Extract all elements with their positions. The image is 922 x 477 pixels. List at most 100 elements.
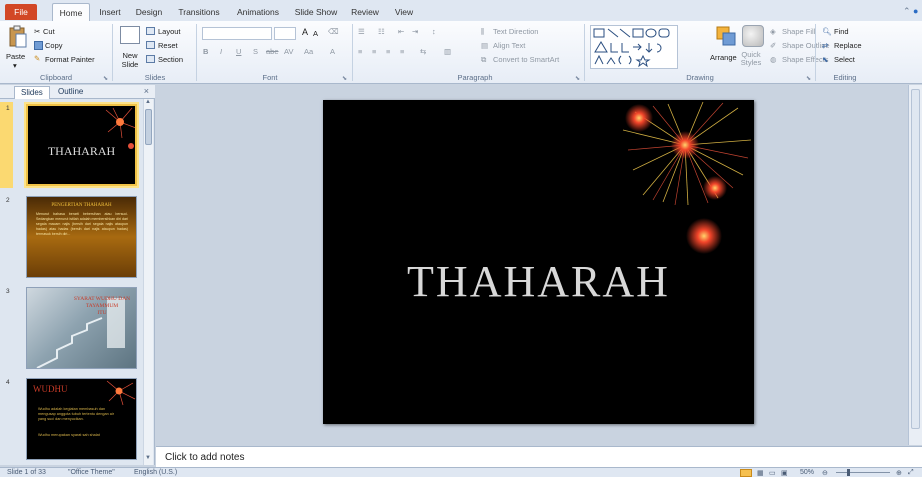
tab-file[interactable]: File <box>5 4 37 20</box>
slide-thumbnail-3[interactable]: SYARAT WUDHU DAN TAYAMMUM ITU <box>26 287 137 369</box>
tab-outline[interactable]: Outline <box>52 86 89 99</box>
columns-icon[interactable]: ▥ <box>444 47 451 56</box>
scroll-thumb[interactable] <box>911 89 920 429</box>
character-spacing-button[interactable]: AV <box>284 47 293 56</box>
align-text-icon[interactable]: ▤ <box>481 41 488 50</box>
text-direction-ltr-icon[interactable]: ⇆ <box>420 47 426 56</box>
align-text-button[interactable]: Align Text <box>493 41 525 50</box>
quick-styles-icon[interactable] <box>742 25 764 47</box>
quick-styles-button[interactable]: Quick Styles <box>738 51 764 67</box>
arrange-icon[interactable] <box>715 25 737 47</box>
zoom-level[interactable]: 50% <box>800 469 814 476</box>
tab-home[interactable]: Home <box>52 3 90 23</box>
slide-thumbnail-4[interactable]: WUDHU Wudhu adalah kegiatan membasuh dan… <box>26 378 137 460</box>
shadow-button[interactable]: S <box>253 47 258 56</box>
font-color-button[interactable]: A <box>330 47 335 56</box>
reading-view-icon[interactable]: ▭ <box>769 469 776 477</box>
zoom-in-icon[interactable]: ⊕ <box>896 469 902 477</box>
copy-icon[interactable] <box>34 41 43 50</box>
increase-indent-icon[interactable]: ⇥ <box>412 27 418 36</box>
grow-font-button[interactable]: A <box>302 27 308 37</box>
shrink-font-button[interactable]: A <box>313 29 318 38</box>
close-panel-icon[interactable]: × <box>144 86 149 96</box>
reset-button[interactable]: Reset <box>158 41 178 50</box>
replace-icon[interactable]: ⇄ <box>822 41 828 50</box>
clipboard-launcher-icon[interactable]: ⬊ <box>103 75 108 82</box>
shape-outline-icon[interactable]: ✐ <box>770 41 776 50</box>
shape-fill-button[interactable]: Shape Fill <box>782 27 815 36</box>
shape-fill-icon[interactable]: ◈ <box>770 27 776 36</box>
notes-placeholder[interactable]: Click to add notes <box>165 452 245 463</box>
paste-dropdown-icon[interactable]: ▾ <box>13 61 17 70</box>
paste-button[interactable]: Paste <box>6 52 25 61</box>
replace-button[interactable]: Replace <box>834 41 862 50</box>
tab-design[interactable]: Design <box>132 3 166 22</box>
shape-effects-icon[interactable]: ◍ <box>770 55 777 64</box>
bullets-icon[interactable]: ☰ <box>358 27 365 36</box>
section-icon[interactable] <box>146 55 155 63</box>
layout-icon[interactable] <box>146 27 155 35</box>
zoom-slider[interactable] <box>836 472 890 473</box>
font-size-combo[interactable] <box>274 27 296 40</box>
minimize-ribbon-icon[interactable]: ⌃ <box>903 6 911 17</box>
tab-review[interactable]: Review <box>350 3 380 22</box>
select-icon[interactable]: ⬉ <box>822 55 828 64</box>
current-slide[interactable]: THAHARAH <box>323 100 754 424</box>
convert-smartart-button[interactable]: Convert to SmartArt <box>493 55 559 64</box>
tab-transitions[interactable]: Transitions <box>174 3 224 22</box>
paragraph-launcher-icon[interactable]: ⬊ <box>575 75 580 82</box>
new-slide-button[interactable]: New Slide <box>119 51 141 69</box>
slide-thumbnail-2[interactable]: PENGERTIAN THAHARAH Menurut bahasa berar… <box>26 196 137 278</box>
italic-button[interactable]: I <box>220 47 222 56</box>
slide-area-scrollbar[interactable] <box>908 85 922 445</box>
text-direction-button[interactable]: Text Direction <box>493 27 538 36</box>
underline-button[interactable]: U <box>236 47 241 56</box>
format-painter-button[interactable]: Format Painter <box>45 55 95 64</box>
slide-thumbnail-1[interactable]: THAHARAH <box>26 104 137 186</box>
align-center-icon[interactable]: ≡ <box>372 47 376 56</box>
align-right-icon[interactable]: ≡ <box>386 47 390 56</box>
smartart-icon[interactable]: ⧉ <box>481 55 486 65</box>
change-case-button[interactable]: Aa <box>304 47 313 56</box>
line-spacing-icon[interactable]: ↕ <box>432 27 436 36</box>
numbering-icon[interactable]: ☷ <box>378 27 385 36</box>
zoom-out-icon[interactable]: ⊖ <box>822 469 828 477</box>
layout-button[interactable]: Layout <box>158 27 181 36</box>
arrange-button[interactable]: Arrange <box>710 53 737 62</box>
reset-icon[interactable] <box>146 41 155 49</box>
slide-sorter-icon[interactable]: ▦ <box>757 469 764 477</box>
find-button[interactable]: Find <box>834 27 849 36</box>
font-name-combo[interactable] <box>202 27 272 40</box>
shapes-gallery[interactable] <box>590 25 678 69</box>
notes-pane[interactable]: Click to add notes <box>156 446 922 467</box>
decrease-indent-icon[interactable]: ⇤ <box>398 27 404 36</box>
section-button[interactable]: Section <box>158 55 183 64</box>
cut-button[interactable]: Cut <box>43 27 55 36</box>
normal-view-icon[interactable] <box>740 469 752 477</box>
select-button[interactable]: Select <box>834 55 855 64</box>
slide-show-icon[interactable]: ▣ <box>781 469 788 477</box>
format-painter-icon[interactable]: ✎ <box>34 54 40 63</box>
cut-icon[interactable]: ✂ <box>34 27 40 36</box>
text-direction-icon[interactable]: ⫼ <box>481 27 484 37</box>
scroll-down-icon[interactable]: ▼ <box>145 455 151 461</box>
scroll-up-icon[interactable]: ▲ <box>145 99 151 105</box>
tab-animations[interactable]: Animations <box>234 3 282 22</box>
fit-to-window-icon[interactable]: ⤢ <box>908 469 914 477</box>
find-icon[interactable]: 🔍︎ <box>822 27 832 36</box>
new-slide-icon[interactable] <box>120 26 140 44</box>
clear-formatting-icon[interactable]: ⌫ <box>328 27 339 36</box>
align-left-icon[interactable]: ≡ <box>358 47 362 56</box>
zoom-slider-thumb[interactable] <box>847 469 850 476</box>
tab-insert[interactable]: Insert <box>94 3 126 22</box>
language-indicator[interactable]: English (U.S.) <box>134 469 177 476</box>
help-icon[interactable]: ● <box>913 6 918 16</box>
scroll-thumb[interactable] <box>145 109 152 145</box>
tab-slide-show[interactable]: Slide Show <box>292 3 340 22</box>
paste-icon[interactable] <box>8 25 28 49</box>
slides-panel-scrollbar[interactable]: ▲ ▼ <box>143 99 153 465</box>
font-launcher-icon[interactable]: ⬊ <box>342 75 347 82</box>
bold-button[interactable]: B <box>203 47 208 56</box>
tab-view[interactable]: View <box>392 3 416 22</box>
drawing-launcher-icon[interactable]: ⬊ <box>806 75 811 82</box>
